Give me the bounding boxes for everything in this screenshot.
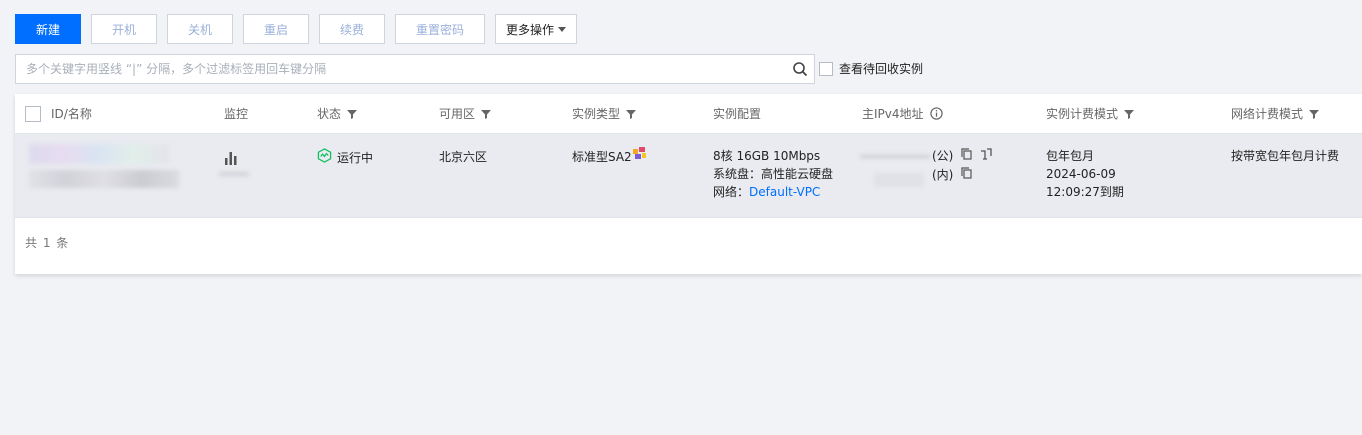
recycle-label: 查看待回收实例 [839,62,924,76]
header-status[interactable]: 状态 [317,94,358,133]
public-ip-row: (公) [932,147,993,165]
billing-cell: 包年包月 2024-06-09 12:09:27到期 [1046,147,1124,201]
bind-ip-icon[interactable] [980,147,993,165]
search-icon[interactable] [786,55,814,83]
vpc-link[interactable]: Default-VPC [749,185,820,199]
header-zone[interactable]: 可用区 [439,94,492,133]
running-icon [317,148,332,168]
restart-button[interactable]: 重启 [243,14,309,44]
header-network-billing[interactable]: 网络计费模式 [1231,94,1320,133]
ipv4-cell: (公) (内) [860,147,1020,197]
instance-type-cell: 标准型SA2 [572,147,647,166]
start-button[interactable]: 开机 [91,14,157,44]
table-row[interactable]: 运行中 北京六区 标准型SA2 8核 16GB 10Mbps 系统盘：高性能云硬… [15,134,1362,218]
recycle-toggle[interactable]: 查看待回收实例 [819,60,923,77]
header-id-name: ID/名称 [25,94,92,133]
filter-icon[interactable] [481,109,492,119]
recycle-checkbox[interactable] [819,61,833,76]
filter-icon[interactable] [347,109,358,119]
info-icon[interactable] [929,107,943,120]
search-input[interactable] [16,56,786,82]
more-actions-label: 更多操作 [506,22,555,37]
config-disk: 系统盘：高性能云硬盘 [713,167,834,181]
private-ip-row: (内) [932,166,972,184]
chevron-down-icon [558,26,566,32]
config-spec: 8核 16GB 10Mbps [713,149,821,163]
table-footer-count: 共 1 条 [25,236,70,250]
header-billing[interactable]: 实例计费模式 [1046,94,1135,133]
header-ipv4: 主IPv4地址 [862,94,943,133]
reset-password-button[interactable]: 重置密码 [395,14,485,44]
stop-button[interactable]: 关机 [167,14,233,44]
filter-icon[interactable] [1124,109,1135,119]
copy-icon[interactable] [961,166,972,184]
toolbar: 新建 开机 关机 重启 续费 重置密码 更多操作 [15,14,577,44]
copy-icon[interactable] [961,147,972,165]
instance-table: ID/名称 监控 状态 可用区 实例类型 实例配置 主IPv4地址 实例计费模式… [15,94,1362,274]
instance-type-text: 标准型SA2 [572,149,632,164]
redacted-private-ip [874,173,924,187]
search-box [15,54,815,84]
status-text: 运行中 [337,151,374,165]
header-instance-type[interactable]: 实例类型 [572,94,637,133]
redacted-public-ip [860,155,930,158]
status-cell: 运行中 [317,148,373,168]
zone-text: 北京六区 [439,150,488,164]
table-header: ID/名称 监控 状态 可用区 实例类型 实例配置 主IPv4地址 实例计费模式… [15,94,1362,134]
header-monitor: 监控 [224,107,249,121]
more-actions-dropdown[interactable]: 更多操作 [495,14,577,44]
billing-mode: 包年包月 [1046,149,1095,163]
config-network: 网络：Default-VPC [713,185,821,199]
monitor-chart-icon[interactable] [224,151,238,170]
billing-date: 2024-06-09 [1046,167,1116,181]
create-button[interactable]: 新建 [15,14,81,44]
select-all-checkbox[interactable] [25,105,41,122]
network-billing-text: 按带宽包年包月计费 [1231,149,1340,163]
filter-icon[interactable] [626,109,637,119]
renew-button[interactable]: 续费 [319,14,385,44]
instance-badge-icon [632,147,647,166]
header-config: 实例配置 [713,107,762,121]
billing-expire: 12:09:27到期 [1046,185,1124,199]
redacted-id-name [29,144,249,202]
filter-icon[interactable] [1309,109,1320,119]
config-cell: 8核 16GB 10Mbps 系统盘：高性能云硬盘 网络：Default-VPC [713,147,833,201]
